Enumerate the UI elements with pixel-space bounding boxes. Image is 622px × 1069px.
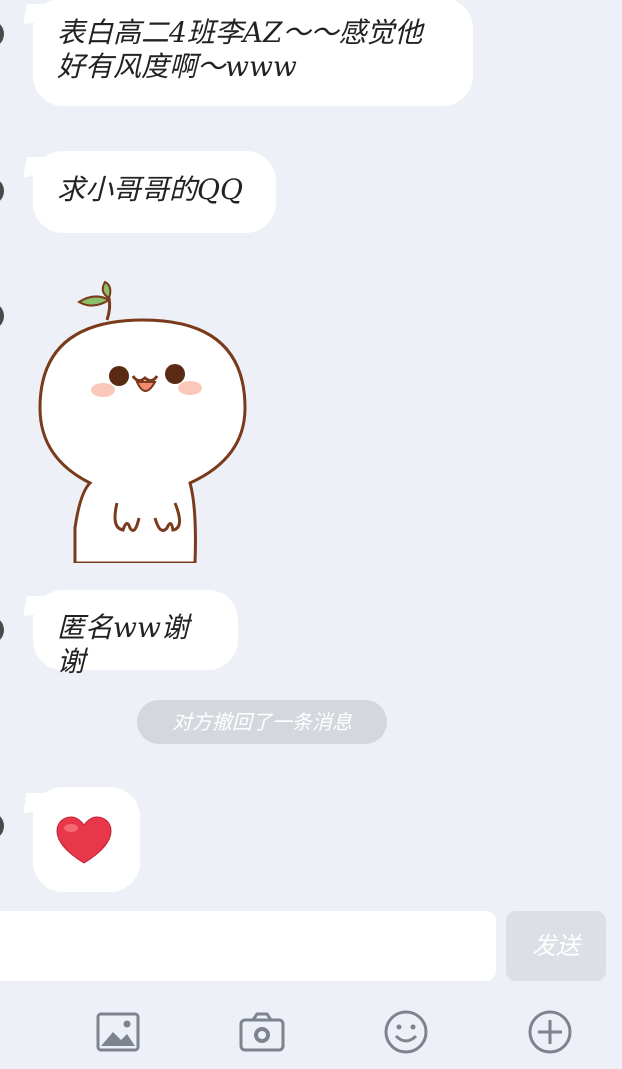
recalled-message-notice: 对方撤回了一条消息 [137,700,387,744]
emoji-icon[interactable] [382,1008,430,1056]
message-input[interactable] [0,911,496,981]
plus-icon[interactable] [526,1008,574,1056]
bubble-tail [23,157,47,177]
heart-emoji-icon [56,816,112,864]
sender-avatar[interactable] [0,302,4,330]
bubble-tail [23,793,47,813]
bubble-tail [23,596,47,616]
sender-avatar[interactable] [0,616,4,644]
message-bubble[interactable]: 求小哥哥的QQ [23,151,276,233]
send-button[interactable]: 发送 [506,911,606,981]
bubble-tail [23,4,47,24]
sender-avatar[interactable] [0,812,4,840]
camera-icon[interactable] [238,1008,286,1056]
message-text: 表白高二4班李AZ～～感觉他好有风度啊～www [57,16,423,83]
message-composer: 发送 [0,910,622,982]
message-text: 匿名ww谢谢 [57,611,189,678]
cute-bun-character-sticker[interactable] [35,278,250,563]
message-bubble[interactable]: 匿名ww谢谢 [23,590,238,678]
message-bubble[interactable]: 表白高二4班李AZ～～感觉他好有风度啊～www [23,0,473,106]
image-icon[interactable] [94,1008,142,1056]
sender-avatar[interactable] [0,20,4,48]
composer-toolbar [0,990,622,1069]
sender-avatar[interactable] [0,177,4,205]
message-text: 求小哥哥的QQ [57,173,243,206]
message-bubble[interactable] [23,787,140,892]
